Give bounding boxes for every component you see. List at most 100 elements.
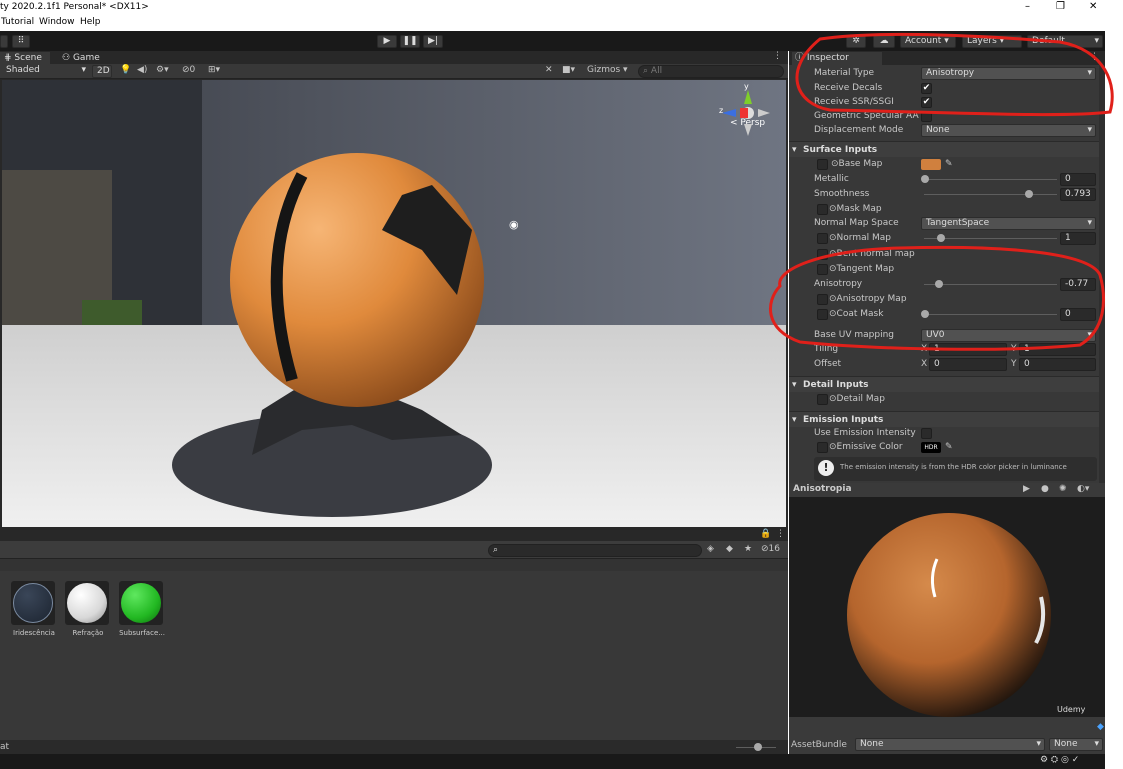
coat-mask-field[interactable]: 0 xyxy=(1060,308,1096,321)
normal-map-slider-knob[interactable] xyxy=(937,234,945,242)
base-map-slot[interactable] xyxy=(817,159,828,170)
smoothness-field[interactable]: 0.793 xyxy=(1060,188,1096,201)
scene-viewport[interactable]: < Persp y z ◉ xyxy=(2,80,786,527)
play-preview-icon[interactable]: ▶ xyxy=(1023,484,1030,494)
tangent-map-slot[interactable] xyxy=(817,264,828,275)
bent-normal-slot[interactable] xyxy=(817,249,828,260)
shading-dropdown[interactable]: Shaded ▾ xyxy=(2,65,88,78)
menu-bar: Tutorial Window Help xyxy=(0,15,1123,31)
effects-icon[interactable]: ⚙▾ xyxy=(156,65,169,75)
detail-map-slot[interactable] xyxy=(817,394,828,405)
preview-settings-icon[interactable]: ◐▾ xyxy=(1077,484,1089,494)
tab-scene[interactable]: ⋕ Scene xyxy=(0,52,50,64)
lock-icon[interactable]: 🔒 xyxy=(760,529,771,539)
smoothness-slider-knob[interactable] xyxy=(1025,190,1033,198)
asset-bundle-variant-dropdown[interactable]: None ▾ xyxy=(1049,738,1103,751)
material-asset-refracao[interactable]: Refração xyxy=(64,581,110,641)
geometric-specular-checkbox[interactable] xyxy=(921,111,932,122)
emission-inputs-title: Emission Inputs xyxy=(803,415,884,425)
emission-info-box: ! The emission intensity is from the HDR… xyxy=(814,457,1097,481)
material-asset-subsurface[interactable]: Subsurface... xyxy=(118,581,165,641)
filter-type-icon[interactable]: ◈ xyxy=(707,544,714,554)
emission-inputs-header[interactable]: ▾ Emission Inputs xyxy=(789,411,1099,427)
asset-bundle-dropdown[interactable]: None ▾ xyxy=(855,738,1045,751)
inspector-menu-icon[interactable]: ⋮ xyxy=(1090,52,1099,62)
detail-map-row: ⊙Detail Map xyxy=(789,392,1105,407)
favorite-icon[interactable]: ★ xyxy=(744,544,752,554)
grid-snap-icon[interactable]: ⠿ xyxy=(12,35,30,48)
search-icon: ⌕ xyxy=(643,66,649,76)
project-menu-icon[interactable]: ⋮ xyxy=(776,529,785,539)
emissive-color-swatch[interactable]: HDR xyxy=(921,442,941,453)
maximize-button[interactable]: ❐ xyxy=(1056,1,1065,12)
tools-icon[interactable]: ⊞▾ xyxy=(208,65,220,75)
offset-y-field[interactable]: 0 xyxy=(1019,358,1096,371)
preview-sphere[interactable] xyxy=(789,497,1105,717)
base-uv-dropdown[interactable]: UV0 ▾ xyxy=(921,329,1096,342)
anisotropy-slider-track[interactable] xyxy=(924,284,1057,285)
audio-icon[interactable]: ◀) xyxy=(137,65,147,75)
displacement-dropdown[interactable]: None ▾ xyxy=(921,124,1096,137)
axis-gizmo[interactable]: y z xyxy=(714,82,774,146)
light-preview-icon[interactable]: ✺ xyxy=(1059,484,1067,494)
material-type-dropdown[interactable]: Anisotropy ▾ xyxy=(921,67,1096,80)
minimize-button[interactable]: – xyxy=(1025,1,1030,12)
collab-icon[interactable]: ✲ xyxy=(846,35,866,48)
detail-inputs-header[interactable]: ▾ Detail Inputs xyxy=(789,376,1099,392)
2d-toggle[interactable]: 2D xyxy=(92,65,112,78)
lighting-icon[interactable]: 💡 xyxy=(120,65,131,75)
anisotropy-slider-knob[interactable] xyxy=(935,280,943,288)
base-uv-value: UV0 xyxy=(926,330,945,340)
hidden-packages-icon[interactable]: ⊘16 xyxy=(761,544,780,554)
menu-window[interactable]: Window xyxy=(39,17,75,27)
panel-menu-icon[interactable]: ⋮ xyxy=(773,51,782,61)
anisotropy-field[interactable]: -0.77 xyxy=(1060,278,1096,291)
coat-mask-slider-track[interactable] xyxy=(924,314,1057,315)
anisotropy-map-slot[interactable] xyxy=(817,294,828,305)
tiling-y-field[interactable]: 1 xyxy=(1019,343,1096,356)
use-emission-intensity-checkbox[interactable] xyxy=(921,428,932,439)
emissive-color-slot[interactable] xyxy=(817,442,828,453)
metallic-field[interactable]: 0 xyxy=(1060,173,1096,186)
sphere-preview-icon[interactable]: ● xyxy=(1041,484,1049,494)
cloud-icon[interactable]: ☁ xyxy=(873,35,895,48)
pause-button[interactable]: ❚❚ xyxy=(400,35,420,48)
receive-ssr-checkbox[interactable]: ✔ xyxy=(921,97,932,108)
base-color-swatch[interactable] xyxy=(921,159,941,170)
close-button[interactable]: ✕ xyxy=(1089,1,1097,12)
tab-game[interactable]: ⚇ Game xyxy=(58,52,108,64)
scene-search-input[interactable]: ⌕ All xyxy=(638,65,784,78)
camera-icon[interactable]: ■▾ xyxy=(562,65,575,75)
layers-dropdown[interactable]: Layers ▾ xyxy=(962,35,1022,48)
layout-dropdown[interactable]: Default ▾ xyxy=(1027,35,1103,48)
material-asset-iridescencia[interactable]: Iridescência xyxy=(10,581,56,641)
eyedropper-icon[interactable]: ✎ xyxy=(945,157,953,172)
gizmos-dropdown[interactable]: Gizmos ▾ xyxy=(587,65,628,75)
receive-decals-checkbox[interactable]: ✔ xyxy=(921,83,932,94)
menu-help[interactable]: Help xyxy=(80,17,101,27)
step-button[interactable]: ▶| xyxy=(423,35,443,48)
account-dropdown[interactable]: Account ▾ xyxy=(900,35,956,48)
coat-mask-slider-knob[interactable] xyxy=(921,310,929,318)
normal-map-field[interactable]: 1 xyxy=(1060,232,1096,245)
toolbar-left-button[interactable] xyxy=(0,35,8,48)
normal-map-slot[interactable] xyxy=(817,233,828,244)
mask-map-slot[interactable] xyxy=(817,204,828,215)
tool-settings-icon[interactable]: ✕ xyxy=(545,65,553,75)
coat-mask-slot[interactable] xyxy=(817,309,828,320)
smoothness-slider-track[interactable] xyxy=(924,194,1057,195)
metallic-slider-knob[interactable] xyxy=(921,175,929,183)
play-button[interactable]: ▶ xyxy=(377,35,397,48)
normal-map-space-dropdown[interactable]: TangentSpace ▾ xyxy=(921,217,1096,230)
mask-map-row: ⊙Mask Map xyxy=(789,202,1105,217)
surface-inputs-header[interactable]: ▾ Surface Inputs xyxy=(789,141,1099,157)
metallic-slider-track[interactable] xyxy=(924,179,1057,180)
project-search-input[interactable]: ⌕ xyxy=(488,544,702,557)
thumbnail-size-knob[interactable] xyxy=(754,743,762,751)
offset-x-field[interactable]: 0 xyxy=(929,358,1007,371)
tab-inspector[interactable]: ⓘ Inspector xyxy=(792,52,882,65)
menu-tutorial[interactable]: Tutorial xyxy=(1,17,34,27)
eyedropper-icon[interactable]: ✎ xyxy=(945,440,953,455)
filter-label-icon[interactable]: ◆ xyxy=(726,544,733,554)
tiling-x-field[interactable]: 1 xyxy=(929,343,1007,356)
